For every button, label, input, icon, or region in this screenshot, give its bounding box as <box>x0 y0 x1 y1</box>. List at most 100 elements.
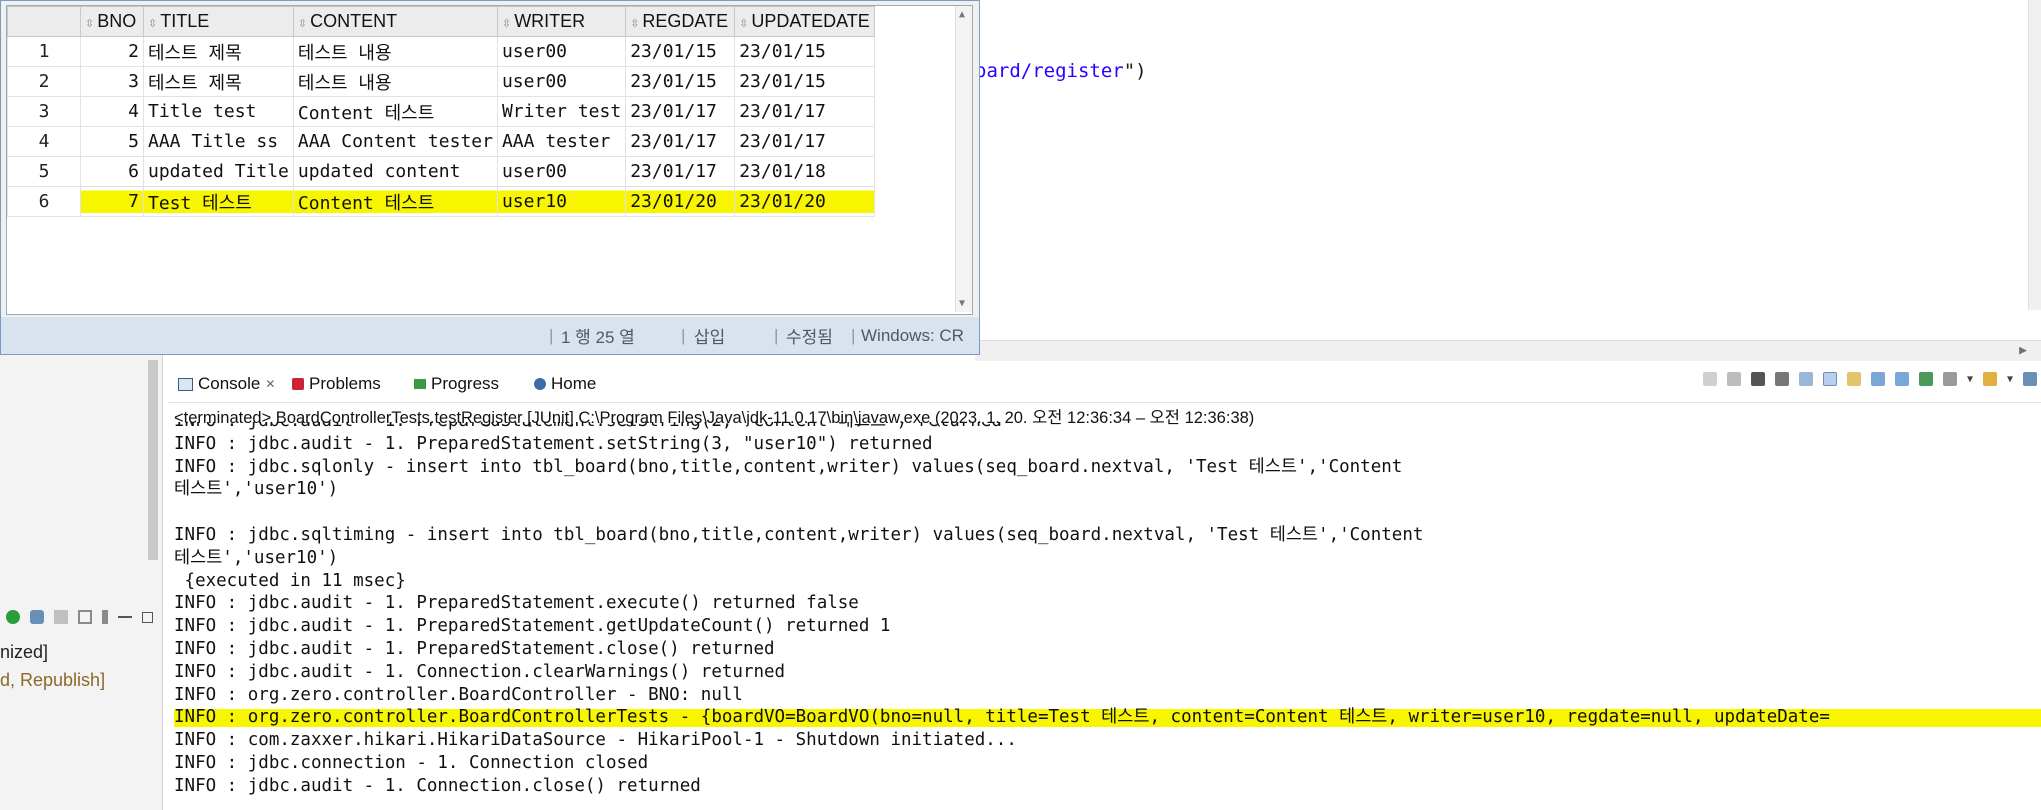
display-console-icon[interactable] <box>1942 372 1957 386</box>
cell-title[interactable]: AAA Title ss <box>143 126 294 157</box>
pin-icon[interactable] <box>1702 372 1717 386</box>
scroll-right-icon[interactable]: ▶ <box>2019 343 2027 358</box>
show-on-error-icon[interactable] <box>1894 372 1909 386</box>
cell-title[interactable]: Test 테스트 <box>143 186 294 217</box>
cell-regdate[interactable]: 23/01/17 <box>625 126 736 157</box>
result-grid[interactable]: ⇳ BNO ⇳ TITLE ⇳ CONTENT ⇳ WRITER ⇳ REGDATE ⇳ U… <box>6 5 973 315</box>
cell-writer[interactable]: user00 <box>496 156 627 187</box>
open-console-icon[interactable] <box>1982 372 1997 386</box>
publish-icon[interactable] <box>78 610 92 624</box>
cell-bno[interactable]: 2 <box>80 36 144 67</box>
show-on-output-icon[interactable] <box>1870 372 1885 386</box>
cell-content[interactable]: 테스트 내용 <box>292 36 498 67</box>
code-editor[interactable] <box>975 0 2041 340</box>
minimize-icon[interactable] <box>118 616 132 618</box>
stop-icon[interactable] <box>54 610 68 624</box>
table-row[interactable]: 5 6 updated Title updated content user00… <box>7 156 875 187</box>
run-icon[interactable] <box>6 610 20 624</box>
table-row[interactable]: 4 5 AAA Title ss AAA Content tester AAA … <box>7 126 875 157</box>
cell-bno[interactable]: 6 <box>80 156 144 187</box>
cell-writer[interactable]: Writer test <box>496 96 627 127</box>
cell-updatedate[interactable]: 23/01/17 <box>734 126 875 157</box>
column-header-content[interactable]: ⇳ CONTENT <box>292 6 498 37</box>
tab-console[interactable]: Console ✕ <box>178 374 275 394</box>
row-number: 4 <box>7 126 81 157</box>
sort-icon[interactable]: ⇳ <box>148 18 157 30</box>
table-row[interactable]: 1 2 테스트 제목 테스트 내용 user00 23/01/15 23/01/… <box>7 36 875 67</box>
tab-label: Home <box>551 374 597 393</box>
clear-console-icon[interactable] <box>1798 372 1813 386</box>
cell-regdate[interactable]: 23/01/17 <box>625 96 736 127</box>
cell-content[interactable]: updated content <box>292 156 498 187</box>
cell-content[interactable]: 테스트 내용 <box>292 66 498 97</box>
menu-icon[interactable] <box>102 610 108 624</box>
chevron-down-icon[interactable]: ▼ <box>1967 374 1973 385</box>
table-row[interactable]: 2 3 테스트 제목 테스트 내용 user00 23/01/15 23/01/… <box>7 66 875 97</box>
left-panel-scrollbar[interactable] <box>148 360 158 560</box>
column-header-title[interactable]: ⇳ TITLE <box>143 6 294 37</box>
tab-home[interactable]: Home <box>534 374 596 394</box>
left-panel <box>0 355 163 810</box>
scroll-lock-icon[interactable] <box>1822 372 1837 386</box>
column-header-regdate[interactable]: ⇳ REGDATE <box>625 6 736 37</box>
column-header-updatedate[interactable]: ⇳ UPDATEDATE <box>734 6 875 37</box>
cell-updatedate[interactable]: 23/01/15 <box>734 36 875 67</box>
console-output[interactable]: INFO : jdbc.audit - 1. PreparedStatement… <box>174 422 2041 810</box>
cell-updatedate[interactable]: 23/01/18 <box>734 156 875 187</box>
tab-progress[interactable]: Progress <box>414 374 499 394</box>
column-header-writer[interactable]: ⇳ WRITER <box>496 6 627 37</box>
cell-regdate[interactable]: 23/01/15 <box>625 36 736 67</box>
scroll-up-icon[interactable]: ▲ <box>959 9 965 20</box>
statusbar-separator: | <box>851 325 856 345</box>
cell-title[interactable]: 테스트 제목 <box>143 66 294 97</box>
column-header-rownum[interactable] <box>7 6 81 37</box>
divider <box>168 402 2041 403</box>
table-row-highlighted[interactable]: 6 7 Test 테스트 Content 테스트 user10 23/01/20… <box>7 186 875 217</box>
remove-all-icon[interactable] <box>1774 372 1789 386</box>
debug-icon[interactable] <box>30 610 44 624</box>
chevron-down-icon[interactable]: ▼ <box>2007 374 2013 385</box>
cell-content[interactable]: Content 테스트 <box>292 186 498 217</box>
tab-problems[interactable]: Problems <box>292 374 381 394</box>
cell-bno[interactable]: 3 <box>80 66 144 97</box>
sort-icon[interactable]: ⇳ <box>85 18 94 30</box>
table-row[interactable]: 3 4 Title test Content 테스트 Writer test 2… <box>7 96 875 127</box>
editor-horizontal-scrollbar[interactable]: ▶ <box>975 340 2041 361</box>
remove-launch-icon[interactable] <box>1750 372 1765 386</box>
cell-writer[interactable]: user10 <box>496 186 627 217</box>
sort-icon[interactable]: ⇳ <box>630 18 639 30</box>
cell-regdate[interactable]: 23/01/15 <box>625 66 736 97</box>
pin-console-icon[interactable] <box>1918 372 1933 386</box>
cell-content[interactable]: Content 테스트 <box>292 96 498 127</box>
cell-content[interactable]: AAA Content tester <box>292 126 498 157</box>
close-icon[interactable]: ✕ <box>265 377 275 391</box>
editor-vertical-scrollbar[interactable] <box>2028 0 2041 310</box>
grid-vertical-scrollbar[interactable]: ▲ ▼ <box>955 6 972 312</box>
cursor-position: 1 행 25 열 <box>561 328 635 347</box>
cell-writer[interactable]: AAA tester <box>496 126 627 157</box>
terminate-icon[interactable] <box>1726 372 1741 386</box>
cell-regdate[interactable]: 23/01/20 <box>625 186 736 217</box>
statusbar-separator: | <box>549 325 554 345</box>
scroll-down-icon[interactable]: ▼ <box>959 298 965 309</box>
sort-icon[interactable]: ⇳ <box>502 18 511 30</box>
cell-updatedate[interactable]: 23/01/15 <box>734 66 875 97</box>
column-header-bno[interactable]: ⇳ BNO <box>80 6 144 37</box>
maximize-icon[interactable] <box>142 611 153 623</box>
cell-title[interactable]: 테스트 제목 <box>143 36 294 67</box>
cell-writer[interactable]: user00 <box>496 66 627 97</box>
cell-bno[interactable]: 5 <box>80 126 144 157</box>
cell-bno[interactable]: 7 <box>80 186 144 217</box>
cell-writer[interactable]: user00 <box>496 36 627 67</box>
cell-title[interactable]: Title test <box>143 96 294 127</box>
cell-bno[interactable]: 4 <box>80 96 144 127</box>
cell-updatedate[interactable]: 23/01/20 <box>734 186 875 217</box>
view-menu-icon[interactable] <box>2023 372 2037 386</box>
sort-icon[interactable]: ⇳ <box>298 18 307 30</box>
sort-icon[interactable]: ⇳ <box>739 18 748 30</box>
cell-regdate[interactable]: 23/01/17 <box>625 156 736 187</box>
cell-updatedate[interactable]: 23/01/17 <box>734 96 875 127</box>
word-wrap-icon[interactable] <box>1846 372 1861 386</box>
cell-title[interactable]: updated Title <box>143 156 294 187</box>
